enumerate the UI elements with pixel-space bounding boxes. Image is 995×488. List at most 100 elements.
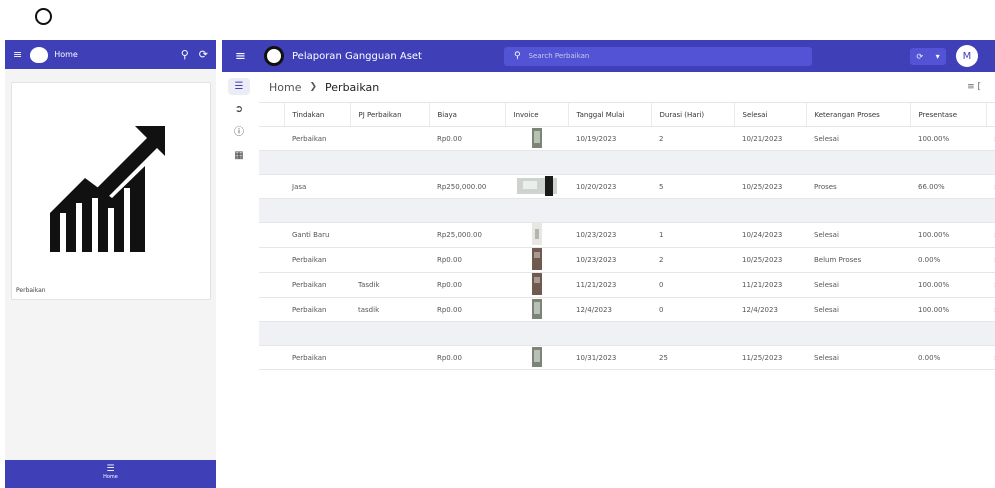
col-header[interactable]: Tindakan bbox=[284, 102, 351, 127]
col-header[interactable]: Biaya bbox=[429, 102, 506, 127]
cell-biaya: Rp0.00 bbox=[429, 126, 505, 151]
logout-icon[interactable]: ➲ bbox=[228, 101, 250, 118]
info-icon[interactable]: ⓘ bbox=[228, 124, 250, 141]
cell-tindakan: Perbaikan bbox=[284, 126, 350, 151]
refresh-icon[interactable]: ⟳ bbox=[199, 48, 208, 61]
cell-pres: 0.00% bbox=[910, 247, 986, 273]
side-rail: ☰ ➲ ⓘ ▦ bbox=[222, 72, 258, 488]
table-row[interactable]: Perbaikan Tasdik Rp0.00 11/21/2023 0 11/21/20… bbox=[259, 272, 995, 298]
perbaikan-table: Tindakan PJ Perbaikan Biaya Invoice Tang… bbox=[259, 102, 995, 370]
left-header: ≡ Home ⚲ ⟳ bbox=[5, 40, 216, 69]
breadcrumb-current: Perbaikan bbox=[325, 80, 380, 94]
cell-ket: Selesai bbox=[806, 297, 910, 322]
app-bar: ≡ Pelaporan Gangguan Aset ⚲ Search Perba… bbox=[222, 40, 995, 72]
avatar[interactable]: M bbox=[956, 45, 978, 67]
table-row[interactable]: Jasa Rp250,000.00 10/20/2023 5 10/25/2023 Pro… bbox=[259, 174, 995, 199]
cell-selesai: 11/25/2023 bbox=[734, 345, 806, 370]
invoice-thumbnail[interactable] bbox=[505, 247, 568, 273]
growth-chart-icon bbox=[50, 126, 165, 252]
cell-pj: tasdik bbox=[350, 297, 429, 322]
menu-icon[interactable]: ≡ bbox=[13, 48, 22, 61]
breadcrumb-home[interactable]: Home bbox=[269, 81, 301, 94]
left-home-label: Home bbox=[54, 50, 78, 59]
cell-pres: 100.00% bbox=[910, 126, 986, 151]
search-placeholder: Search Perbaikan bbox=[528, 52, 590, 60]
table-row[interactable]: Perbaikan tasdik Rp0.00 12/4/2023 0 12/4/2023… bbox=[259, 297, 995, 322]
table-row[interactable]: Perbaikan Rp0.00 10/23/2023 2 10/25/2023 Belu… bbox=[259, 247, 995, 273]
cell-ket: Selesai bbox=[806, 345, 910, 370]
bottom-nav-home[interactable]: ☰ Home bbox=[5, 460, 216, 488]
cell-selesai: 11/21/2023 bbox=[734, 272, 806, 298]
cell-selesai: 12/4/2023 bbox=[734, 297, 806, 322]
cell-biaya: Rp0.00 bbox=[429, 247, 505, 273]
invoice-thumbnail[interactable] bbox=[505, 222, 568, 248]
cell-durasi: 2 bbox=[651, 247, 734, 273]
hamburger-icon[interactable]: ≡ bbox=[235, 49, 255, 64]
invoice-thumbnail[interactable] bbox=[505, 272, 568, 298]
circle-icon bbox=[35, 8, 52, 25]
table-row[interactable]: Perbaikan Rp0.00 10/19/2023 2 10/21/2023 Sele… bbox=[259, 126, 995, 151]
col-header[interactable]: Durasi (Hari) bbox=[651, 102, 735, 127]
cell-pj bbox=[350, 174, 429, 199]
cell-tindakan: Jasa bbox=[284, 174, 350, 199]
col-header[interactable]: Tanggal Mulai bbox=[568, 102, 652, 127]
filter-icon[interactable]: ≡ [ bbox=[967, 82, 981, 92]
table-row[interactable]: Ganti Baru Rp25,000.00 10/23/2023 1 10/24/20… bbox=[259, 222, 995, 248]
cell-ket: Proses bbox=[806, 174, 910, 199]
cell-biaya: Rp0.00 bbox=[429, 345, 505, 370]
cell-mulai: 12/4/2023 bbox=[568, 297, 651, 322]
search-icon: ⚲ bbox=[514, 51, 521, 61]
cell-tindakan: Perbaikan bbox=[284, 345, 350, 370]
cell-durasi: 0 bbox=[651, 272, 734, 298]
cell-mulai: 10/20/2023 bbox=[568, 174, 651, 199]
cell-tindakan: Perbaikan bbox=[284, 247, 350, 273]
cell-selesai: 10/21/2023 bbox=[734, 126, 806, 151]
content: Home ❯ Perbaikan ≡ [ Tindakan PJ Perbaik… bbox=[259, 72, 995, 488]
list-view-icon[interactable]: ☰ bbox=[228, 78, 250, 95]
invoice-thumbnail[interactable] bbox=[505, 297, 568, 322]
chevron-down-icon: ▾ bbox=[935, 51, 940, 61]
search-input[interactable]: ⚲ Search Perbaikan bbox=[504, 46, 812, 66]
perbaikan-card[interactable]: Perbaikan bbox=[11, 82, 211, 300]
cell-tindakan: Perbaikan bbox=[284, 272, 350, 298]
cell-selesai: 10/25/2023 bbox=[734, 174, 806, 199]
col-header[interactable]: Presentase bbox=[910, 102, 987, 127]
cell-mulai: 10/19/2023 bbox=[568, 126, 651, 151]
cell-pres: 100.00% bbox=[910, 222, 986, 248]
invoice-thumbnail[interactable] bbox=[505, 345, 568, 370]
sync-icon: ⟳ bbox=[916, 51, 924, 61]
table-header: Tindakan PJ Perbaikan Biaya Invoice Tang… bbox=[259, 102, 995, 127]
cell-pres: 100.00% bbox=[910, 297, 986, 322]
cell-pres: 66.00% bbox=[910, 174, 986, 199]
col-header[interactable]: Keterangan Proses bbox=[806, 102, 911, 127]
cell-tindakan: Ganti Baru bbox=[284, 222, 350, 248]
col-header[interactable]: Invoice bbox=[505, 102, 569, 127]
cell-pj: Tasdik bbox=[350, 272, 429, 298]
cell-selesai: 10/24/2023 bbox=[734, 222, 806, 248]
search-icon[interactable]: ⚲ bbox=[181, 48, 189, 61]
grid-view-icon[interactable]: ▦ bbox=[228, 147, 250, 164]
table-row-empty[interactable] bbox=[259, 198, 995, 223]
col-header[interactable]: Selesai bbox=[734, 102, 807, 127]
cell-selesai: 10/25/2023 bbox=[734, 247, 806, 273]
cell-ket: Belum Proses bbox=[806, 247, 910, 273]
cell-mulai: 11/21/2023 bbox=[568, 272, 651, 298]
table-row-empty[interactable] bbox=[259, 150, 995, 175]
cell-ket: Selesai bbox=[806, 222, 910, 248]
cell-tindakan: Perbaikan bbox=[284, 297, 350, 322]
sync-button[interactable]: ⟳ ▾ bbox=[910, 47, 946, 65]
cell-ket: Selesai bbox=[806, 126, 910, 151]
cell-pres: 100.00% bbox=[910, 272, 986, 298]
cell-durasi: 25 bbox=[651, 345, 734, 370]
list-icon: ☰ bbox=[106, 464, 115, 474]
invoice-thumbnail[interactable] bbox=[505, 174, 568, 199]
table-row[interactable]: Perbaikan Rp0.00 10/31/2023 25 11/25/2023 Sel… bbox=[259, 345, 995, 370]
app-logo-icon bbox=[264, 46, 284, 66]
cell-ket: Selesai bbox=[806, 272, 910, 298]
table-row-empty[interactable] bbox=[259, 321, 995, 346]
card-label: Perbaikan bbox=[16, 287, 46, 294]
invoice-thumbnail[interactable] bbox=[505, 126, 568, 151]
col-header[interactable]: PJ Perbaikan bbox=[350, 102, 430, 127]
left-panel: ≡ Home ⚲ ⟳ Perbaikan ☰ Home bbox=[5, 40, 216, 488]
cell-durasi: 5 bbox=[651, 174, 734, 199]
